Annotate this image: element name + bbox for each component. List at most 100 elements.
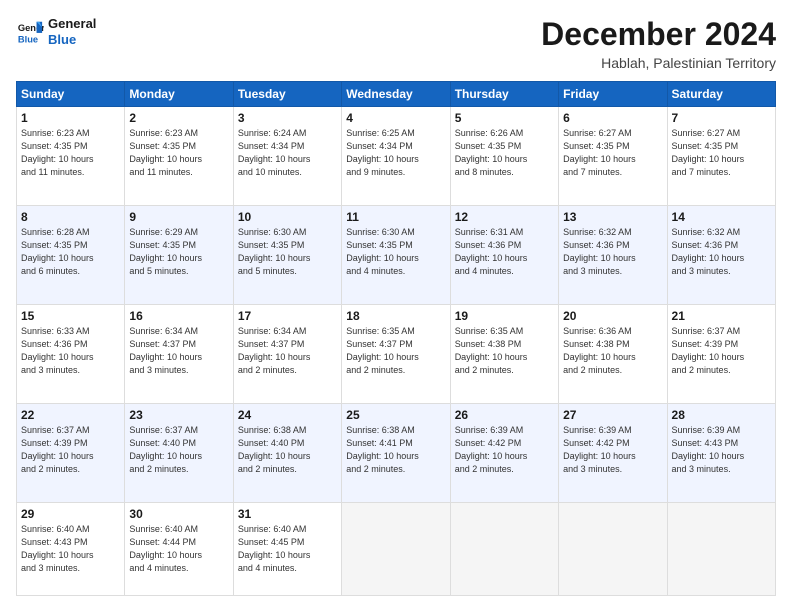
day-number: 22: [21, 408, 120, 422]
calendar-day-cell: 26 Sunrise: 6:39 AM Sunset: 4:42 PM Dayli…: [450, 403, 558, 502]
calendar-day-cell: 31 Sunrise: 6:40 AM Sunset: 4:45 PM Dayli…: [233, 502, 341, 595]
day-info: Sunrise: 6:40 AM Sunset: 4:44 PM Dayligh…: [129, 523, 228, 575]
day-number: 3: [238, 111, 337, 125]
day-number: 6: [563, 111, 662, 125]
day-number: 30: [129, 507, 228, 521]
day-info: Sunrise: 6:32 AM Sunset: 4:36 PM Dayligh…: [563, 226, 662, 278]
day-number: 13: [563, 210, 662, 224]
day-number: 24: [238, 408, 337, 422]
calendar-week-row: 29 Sunrise: 6:40 AM Sunset: 4:43 PM Dayli…: [17, 502, 776, 595]
title-block: December 2024 Hablah, Palestinian Territ…: [541, 16, 776, 71]
day-number: 31: [238, 507, 337, 521]
calendar-day-cell: 30 Sunrise: 6:40 AM Sunset: 4:44 PM Dayli…: [125, 502, 233, 595]
day-info: Sunrise: 6:39 AM Sunset: 4:42 PM Dayligh…: [455, 424, 554, 476]
day-number: 18: [346, 309, 445, 323]
calendar-day-cell: [342, 502, 450, 595]
day-number: 28: [672, 408, 771, 422]
calendar-day-cell: 20 Sunrise: 6:36 AM Sunset: 4:38 PM Dayli…: [559, 304, 667, 403]
calendar-week-row: 1 Sunrise: 6:23 AM Sunset: 4:35 PM Daylig…: [17, 107, 776, 206]
day-info: Sunrise: 6:37 AM Sunset: 4:39 PM Dayligh…: [21, 424, 120, 476]
calendar-day-cell: 28Sunrise: 6:39 AM Sunset: 4:43 PM Dayli…: [667, 403, 775, 502]
logo-text: General Blue: [48, 16, 96, 47]
calendar-day-cell: 29 Sunrise: 6:40 AM Sunset: 4:43 PM Dayli…: [17, 502, 125, 595]
logo: General Blue General Blue: [16, 16, 96, 47]
month-title: December 2024: [541, 16, 776, 53]
calendar-day-cell: 5 Sunrise: 6:26 AM Sunset: 4:35 PM Daylig…: [450, 107, 558, 206]
calendar-day-cell: [450, 502, 558, 595]
day-number: 9: [129, 210, 228, 224]
day-number: 21: [672, 309, 771, 323]
calendar-header-row: SundayMondayTuesdayWednesdayThursdayFrid…: [17, 82, 776, 107]
day-info: Sunrise: 6:40 AM Sunset: 4:45 PM Dayligh…: [238, 523, 337, 575]
calendar-week-row: 8Sunrise: 6:28 AM Sunset: 4:35 PM Daylig…: [17, 205, 776, 304]
calendar-week-row: 22 Sunrise: 6:37 AM Sunset: 4:39 PM Dayli…: [17, 403, 776, 502]
day-number: 5: [455, 111, 554, 125]
calendar-day-cell: 1 Sunrise: 6:23 AM Sunset: 4:35 PM Daylig…: [17, 107, 125, 206]
day-info: Sunrise: 6:35 AM Sunset: 4:38 PM Dayligh…: [455, 325, 554, 377]
day-info: Sunrise: 6:31 AM Sunset: 4:36 PM Dayligh…: [455, 226, 554, 278]
day-info: Sunrise: 6:23 AM Sunset: 4:35 PM Dayligh…: [21, 127, 120, 179]
calendar-day-cell: 10Sunrise: 6:30 AM Sunset: 4:35 PM Dayli…: [233, 205, 341, 304]
calendar-header-thursday: Thursday: [450, 82, 558, 107]
calendar-day-cell: 8Sunrise: 6:28 AM Sunset: 4:35 PM Daylig…: [17, 205, 125, 304]
calendar-day-cell: 13 Sunrise: 6:32 AM Sunset: 4:36 PM Dayli…: [559, 205, 667, 304]
calendar-day-cell: 11 Sunrise: 6:30 AM Sunset: 4:35 PM Dayli…: [342, 205, 450, 304]
day-number: 15: [21, 309, 120, 323]
day-info: Sunrise: 6:26 AM Sunset: 4:35 PM Dayligh…: [455, 127, 554, 179]
day-number: 2: [129, 111, 228, 125]
day-info: Sunrise: 6:24 AM Sunset: 4:34 PM Dayligh…: [238, 127, 337, 179]
day-number: 1: [21, 111, 120, 125]
day-number: 14: [672, 210, 771, 224]
calendar-day-cell: 12 Sunrise: 6:31 AM Sunset: 4:36 PM Dayli…: [450, 205, 558, 304]
day-info: Sunrise: 6:32 AM Sunset: 4:36 PM Dayligh…: [672, 226, 771, 278]
calendar-header-sunday: Sunday: [17, 82, 125, 107]
calendar-week-row: 15Sunrise: 6:33 AM Sunset: 4:36 PM Dayli…: [17, 304, 776, 403]
day-number: 12: [455, 210, 554, 224]
day-info: Sunrise: 6:37 AM Sunset: 4:39 PM Dayligh…: [672, 325, 771, 377]
calendar-day-cell: 14 Sunrise: 6:32 AM Sunset: 4:36 PM Dayli…: [667, 205, 775, 304]
day-info: Sunrise: 6:29 AM Sunset: 4:35 PM Dayligh…: [129, 226, 228, 278]
day-info: Sunrise: 6:23 AM Sunset: 4:35 PM Dayligh…: [129, 127, 228, 179]
page: General Blue General Blue December 2024 …: [0, 0, 792, 612]
calendar-day-cell: 23Sunrise: 6:37 AM Sunset: 4:40 PM Dayli…: [125, 403, 233, 502]
calendar-header-monday: Monday: [125, 82, 233, 107]
day-info: Sunrise: 6:27 AM Sunset: 4:35 PM Dayligh…: [672, 127, 771, 179]
calendar-day-cell: 6Sunrise: 6:27 AM Sunset: 4:35 PM Daylig…: [559, 107, 667, 206]
location: Hablah, Palestinian Territory: [541, 55, 776, 71]
calendar-day-cell: 16Sunrise: 6:34 AM Sunset: 4:37 PM Dayli…: [125, 304, 233, 403]
calendar-header-wednesday: Wednesday: [342, 82, 450, 107]
day-number: 25: [346, 408, 445, 422]
day-info: Sunrise: 6:39 AM Sunset: 4:42 PM Dayligh…: [563, 424, 662, 476]
svg-text:Blue: Blue: [18, 34, 38, 44]
day-number: 7: [672, 111, 771, 125]
calendar-day-cell: 19Sunrise: 6:35 AM Sunset: 4:38 PM Dayli…: [450, 304, 558, 403]
calendar-header-friday: Friday: [559, 82, 667, 107]
day-number: 23: [129, 408, 228, 422]
day-info: Sunrise: 6:40 AM Sunset: 4:43 PM Dayligh…: [21, 523, 120, 575]
day-number: 29: [21, 507, 120, 521]
day-number: 27: [563, 408, 662, 422]
day-info: Sunrise: 6:34 AM Sunset: 4:37 PM Dayligh…: [129, 325, 228, 377]
header: General Blue General Blue December 2024 …: [16, 16, 776, 71]
calendar-header-tuesday: Tuesday: [233, 82, 341, 107]
day-number: 17: [238, 309, 337, 323]
day-info: Sunrise: 6:36 AM Sunset: 4:38 PM Dayligh…: [563, 325, 662, 377]
calendar-day-cell: 15Sunrise: 6:33 AM Sunset: 4:36 PM Dayli…: [17, 304, 125, 403]
calendar-day-cell: 3 Sunrise: 6:24 AM Sunset: 4:34 PM Daylig…: [233, 107, 341, 206]
calendar-day-cell: 17Sunrise: 6:34 AM Sunset: 4:37 PM Dayli…: [233, 304, 341, 403]
calendar-day-cell: 22 Sunrise: 6:37 AM Sunset: 4:39 PM Dayli…: [17, 403, 125, 502]
calendar-day-cell: [667, 502, 775, 595]
day-number: 26: [455, 408, 554, 422]
day-number: 8: [21, 210, 120, 224]
day-number: 11: [346, 210, 445, 224]
calendar-header-saturday: Saturday: [667, 82, 775, 107]
calendar-day-cell: 24Sunrise: 6:38 AM Sunset: 4:40 PM Dayli…: [233, 403, 341, 502]
day-info: Sunrise: 6:30 AM Sunset: 4:35 PM Dayligh…: [346, 226, 445, 278]
calendar: SundayMondayTuesdayWednesdayThursdayFrid…: [16, 81, 776, 596]
calendar-day-cell: 7 Sunrise: 6:27 AM Sunset: 4:35 PM Daylig…: [667, 107, 775, 206]
calendar-day-cell: 2 Sunrise: 6:23 AM Sunset: 4:35 PM Daylig…: [125, 107, 233, 206]
day-number: 20: [563, 309, 662, 323]
calendar-day-cell: 9 Sunrise: 6:29 AM Sunset: 4:35 PM Daylig…: [125, 205, 233, 304]
day-info: Sunrise: 6:30 AM Sunset: 4:35 PM Dayligh…: [238, 226, 337, 278]
day-info: Sunrise: 6:25 AM Sunset: 4:34 PM Dayligh…: [346, 127, 445, 179]
